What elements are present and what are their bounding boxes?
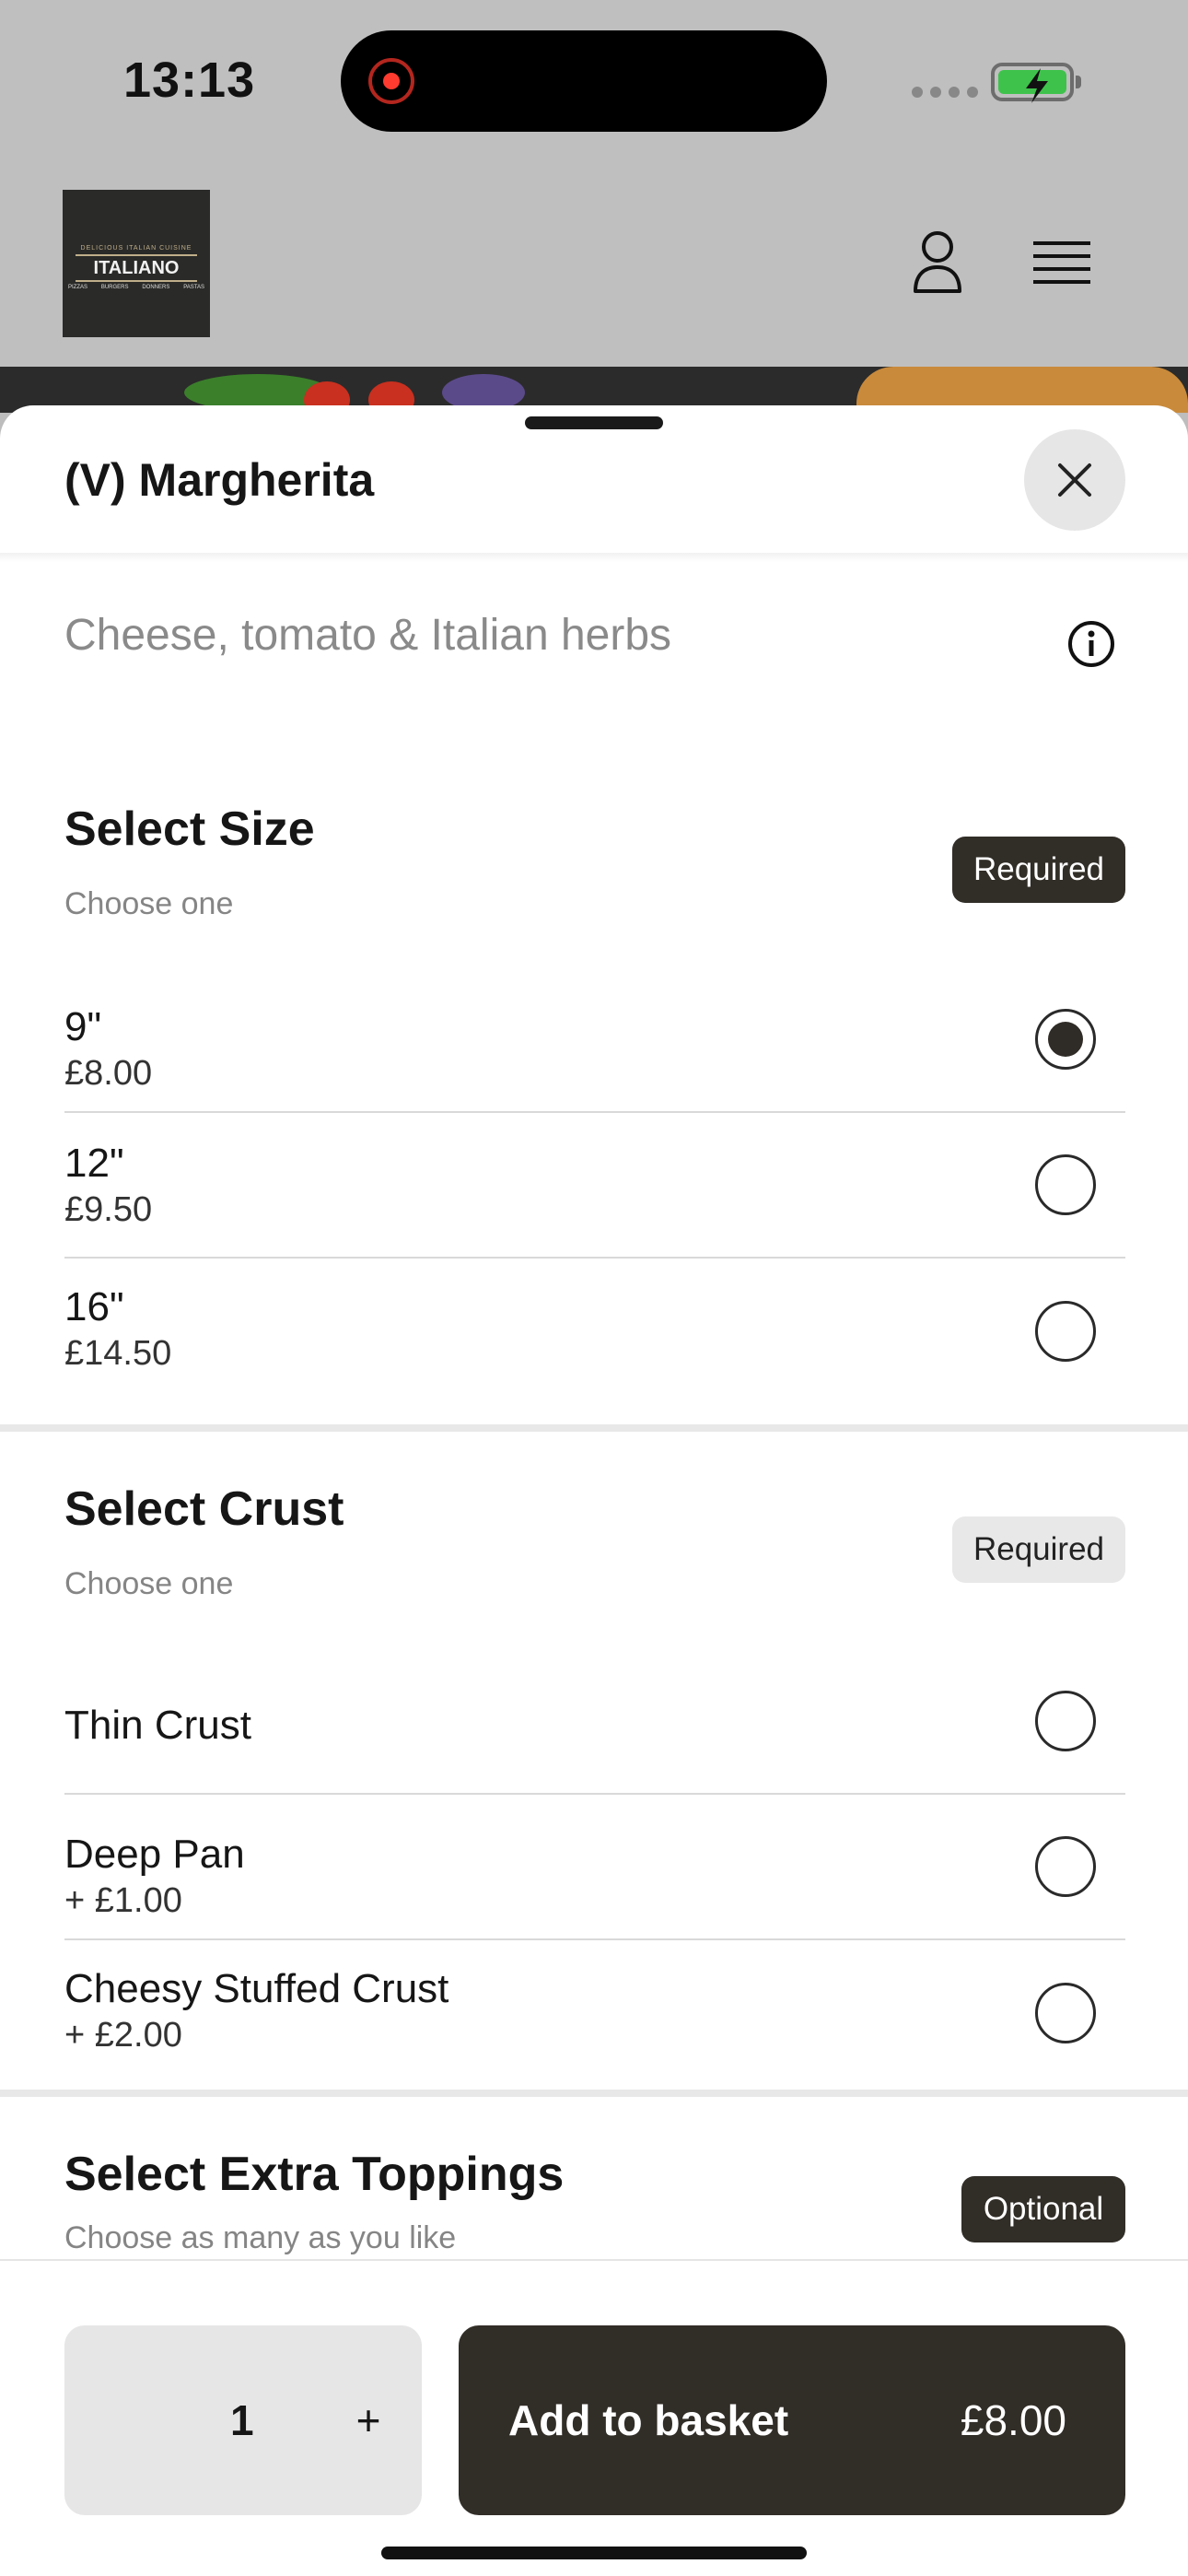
header-divider	[0, 553, 1188, 562]
size-option-12[interactable]: 12" £9.50	[64, 1113, 1125, 1259]
crust-option-deep-pan[interactable]: Deep Pan + £1.00	[64, 1795, 1125, 1940]
user-account-icon[interactable]	[912, 230, 963, 295]
item-description: Cheese, tomato & Italian herbs	[64, 611, 672, 660]
toppings-section-subtitle: Choose as many as you like	[64, 2220, 457, 2255]
battery-charging-icon	[991, 63, 1081, 103]
option-price: £8.00	[64, 1054, 153, 1093]
crust-section-title: Select Crust	[64, 1482, 344, 1536]
add-to-basket-price: £8.00	[960, 2396, 1066, 2444]
home-indicator[interactable]	[381, 2547, 807, 2559]
site-header: DELICIOUS ITALIAN CUISINE ITALIANO PIZZA…	[0, 166, 1188, 369]
crust-radio-deep-pan[interactable]	[1035, 1836, 1096, 1897]
dynamic-island	[341, 30, 827, 132]
add-to-basket-button[interactable]: Add to basket £8.00	[459, 2325, 1125, 2515]
option-name: Deep Pan	[64, 1832, 245, 1877]
option-price: + £2.00	[64, 2016, 182, 2055]
item-options-sheet: (V) Margherita Cheese, tomato & Italian …	[0, 405, 1188, 2576]
option-name: 9"	[64, 1004, 102, 1049]
logo-name: ITALIANO	[93, 258, 180, 278]
cellular-signal-icon	[912, 87, 978, 98]
hamburger-menu-icon[interactable]	[1033, 240, 1090, 287]
logo-tagline: DELICIOUS ITALIAN CUISINE	[80, 245, 192, 252]
option-name: 12"	[64, 1141, 124, 1186]
add-to-basket-label: Add to basket	[508, 2396, 789, 2444]
crust-radio-thin[interactable]	[1035, 1691, 1096, 1751]
toppings-section-title: Select Extra Toppings	[64, 2148, 565, 2201]
size-radio-16[interactable]	[1035, 1301, 1096, 1362]
increase-quantity-button[interactable]: +	[341, 2390, 396, 2451]
status-bar: 13:13	[0, 0, 1188, 166]
size-radio-12[interactable]	[1035, 1154, 1096, 1215]
option-name: Cheesy Stuffed Crust	[64, 1966, 449, 2011]
crust-radio-cheesy-stuffed[interactable]	[1035, 1983, 1096, 2043]
crust-option-cheesy-stuffed[interactable]: Cheesy Stuffed Crust + £2.00	[64, 1940, 1125, 2086]
option-price: £9.50	[64, 1190, 153, 1229]
crust-section-subtitle: Choose one	[64, 1566, 234, 1601]
size-option-16[interactable]: 16" £14.50	[64, 1259, 1125, 1404]
size-section-title: Select Size	[64, 802, 315, 856]
section-separator	[0, 2090, 1188, 2097]
restaurant-logo[interactable]: DELICIOUS ITALIAN CUISINE ITALIANO PIZZA…	[63, 190, 210, 337]
size-required-badge: Required	[952, 837, 1125, 903]
status-time: 13:13	[123, 53, 256, 108]
close-icon	[1058, 463, 1091, 497]
quantity-stepper: 1 +	[64, 2325, 422, 2515]
option-price: £14.50	[64, 1334, 172, 1373]
recording-indicator-icon	[368, 58, 414, 104]
toppings-optional-badge: Optional	[961, 2176, 1125, 2242]
logo-categories: PIZZAS BURGERS DONNERS PASTAS	[68, 285, 204, 290]
section-separator	[0, 1424, 1188, 1432]
info-icon[interactable]	[1066, 619, 1116, 669]
quantity-value: 1	[230, 2396, 254, 2444]
close-button[interactable]	[1024, 429, 1125, 531]
option-price: + £1.00	[64, 1881, 182, 1920]
size-section-subtitle: Choose one	[64, 886, 234, 921]
sheet-grabber[interactable]	[525, 416, 663, 429]
size-radio-9[interactable]	[1035, 1009, 1096, 1070]
size-option-9[interactable]: 9" £8.00	[64, 967, 1125, 1113]
crust-required-badge: Required	[952, 1516, 1125, 1583]
add-to-basket-bar: 1 + Add to basket £8.00	[0, 2259, 1188, 2576]
crust-option-thin[interactable]: Thin Crust	[64, 1649, 1125, 1795]
option-name: 16"	[64, 1284, 124, 1329]
option-name: Thin Crust	[64, 1703, 251, 1748]
item-title: (V) Margherita	[64, 454, 375, 506]
